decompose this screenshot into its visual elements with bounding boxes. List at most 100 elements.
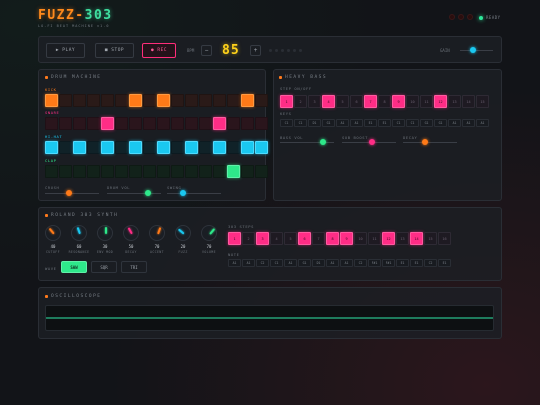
synth-note-select[interactable]: E1 xyxy=(438,259,451,267)
bass-step-button[interactable]: 1 xyxy=(280,95,293,108)
gain-slider[interactable] xyxy=(460,50,493,51)
synth-step-button[interactable]: 16 xyxy=(438,232,451,245)
drum-step-pad[interactable] xyxy=(143,117,156,130)
drum-step-pad[interactable] xyxy=(73,117,86,130)
bass-key-select[interactable]: C1 xyxy=(392,119,405,127)
drum-step-pad[interactable] xyxy=(171,117,184,130)
drum-step-pad[interactable] xyxy=(157,117,170,130)
drum-step-pad[interactable] xyxy=(157,94,170,107)
bpm-increase-button[interactable]: + xyxy=(250,45,261,56)
record-button[interactable]: ● REC xyxy=(142,43,176,58)
drum-step-pad[interactable] xyxy=(87,94,100,107)
bass-step-button[interactable]: 2 xyxy=(294,95,307,108)
drum-step-pad[interactable] xyxy=(129,165,142,178)
synth-note-select[interactable]: C2 xyxy=(256,259,269,267)
synth-note-select[interactable]: A1 xyxy=(326,259,339,267)
bass-step-button[interactable]: 3 xyxy=(308,95,321,108)
bass-key-select[interactable]: C1 xyxy=(280,119,293,127)
synth-step-button[interactable]: 8 xyxy=(326,232,339,245)
bass-slider-thumb[interactable] xyxy=(421,139,428,145)
bass-slider[interactable] xyxy=(403,142,457,143)
synth-note-select[interactable]: A1 xyxy=(228,259,241,267)
synth-note-select[interactable]: E1 xyxy=(410,259,423,267)
drum-step-pad[interactable] xyxy=(45,141,58,154)
drum-step-pad[interactable] xyxy=(199,141,212,154)
drum-step-pad[interactable] xyxy=(255,141,268,154)
drum-step-pad[interactable] xyxy=(255,165,268,178)
wave-sqr-button[interactable]: SQR xyxy=(91,261,117,273)
synth-step-button[interactable]: 9 xyxy=(340,232,353,245)
synth-knob[interactable] xyxy=(71,225,87,241)
synth-step-button[interactable]: 7 xyxy=(312,232,325,245)
bass-key-select[interactable]: A1 xyxy=(462,119,475,127)
synth-note-select[interactable]: C1 xyxy=(270,259,283,267)
bass-step-button[interactable]: 5 xyxy=(336,95,349,108)
bass-key-select[interactable]: C1 xyxy=(406,119,419,127)
drum-step-pad[interactable] xyxy=(213,165,226,178)
drum-step-pad[interactable] xyxy=(87,117,100,130)
drum-step-pad[interactable] xyxy=(143,141,156,154)
synth-note-select[interactable]: E1 xyxy=(396,259,409,267)
bass-step-button[interactable]: 4 xyxy=(322,95,335,108)
drum-step-pad[interactable] xyxy=(227,117,240,130)
drum-step-pad[interactable] xyxy=(241,117,254,130)
bass-step-button[interactable]: 13 xyxy=(448,95,461,108)
drum-step-pad[interactable] xyxy=(227,165,240,178)
bass-key-select[interactable]: G1 xyxy=(322,119,335,127)
bass-step-button[interactable]: 7 xyxy=(364,95,377,108)
bass-step-button[interactable]: 9 xyxy=(392,95,405,108)
drum-step-pad[interactable] xyxy=(59,165,72,178)
synth-note-select[interactable]: G1 xyxy=(298,259,311,267)
bass-step-button[interactable]: 15 xyxy=(476,95,489,108)
bass-key-select[interactable]: E1 xyxy=(378,119,391,127)
drum-step-pad[interactable] xyxy=(87,165,100,178)
drum-step-pad[interactable] xyxy=(199,94,212,107)
bass-key-select[interactable]: A1 xyxy=(336,119,349,127)
bass-step-button[interactable]: 11 xyxy=(420,95,433,108)
drum-step-pad[interactable] xyxy=(115,117,128,130)
drum-step-pad[interactable] xyxy=(59,117,72,130)
bass-step-button[interactable]: 8 xyxy=(378,95,391,108)
wave-saw-button[interactable]: SAW xyxy=(61,261,87,273)
drum-step-pad[interactable] xyxy=(199,165,212,178)
synth-step-button[interactable]: 6 xyxy=(298,232,311,245)
drum-step-pad[interactable] xyxy=(129,141,142,154)
drum-step-pad[interactable] xyxy=(227,94,240,107)
synth-knob[interactable] xyxy=(97,225,113,241)
drum-step-pad[interactable] xyxy=(101,141,114,154)
drum-step-pad[interactable] xyxy=(157,141,170,154)
drum-step-pad[interactable] xyxy=(241,141,254,154)
synth-step-button[interactable]: 15 xyxy=(424,232,437,245)
drum-step-pad[interactable] xyxy=(185,165,198,178)
drum-step-pad[interactable] xyxy=(129,94,142,107)
drum-step-pad[interactable] xyxy=(171,141,184,154)
drum-step-pad[interactable] xyxy=(115,94,128,107)
bass-key-select[interactable]: A1 xyxy=(350,119,363,127)
synth-note-select[interactable]: C2 xyxy=(354,259,367,267)
drum-slider[interactable] xyxy=(167,193,221,194)
drum-step-pad[interactable] xyxy=(73,94,86,107)
synth-note-select[interactable]: C2 xyxy=(424,259,437,267)
drum-step-pad[interactable] xyxy=(73,141,86,154)
drum-step-pad[interactable] xyxy=(213,117,226,130)
synth-step-button[interactable]: 2 xyxy=(242,232,255,245)
drum-step-pad[interactable] xyxy=(59,94,72,107)
drum-step-pad[interactable] xyxy=(115,165,128,178)
drum-step-pad[interactable] xyxy=(185,94,198,107)
drum-step-pad[interactable] xyxy=(185,141,198,154)
drum-step-pad[interactable] xyxy=(157,165,170,178)
drum-step-pad[interactable] xyxy=(45,94,58,107)
bass-key-select[interactable]: A1 xyxy=(476,119,489,127)
bass-key-select[interactable]: G1 xyxy=(434,119,447,127)
drum-slider[interactable] xyxy=(107,193,161,194)
drum-step-pad[interactable] xyxy=(101,165,114,178)
drum-step-pad[interactable] xyxy=(213,94,226,107)
synth-note-select[interactable]: A1 xyxy=(340,259,353,267)
synth-note-select[interactable]: A1 xyxy=(242,259,255,267)
drum-step-pad[interactable] xyxy=(73,165,86,178)
bass-step-button[interactable]: 12 xyxy=(434,95,447,108)
drum-slider-thumb[interactable] xyxy=(144,190,151,196)
drum-step-pad[interactable] xyxy=(101,117,114,130)
wave-tri-button[interactable]: TRI xyxy=(121,261,147,273)
drum-step-pad[interactable] xyxy=(185,117,198,130)
